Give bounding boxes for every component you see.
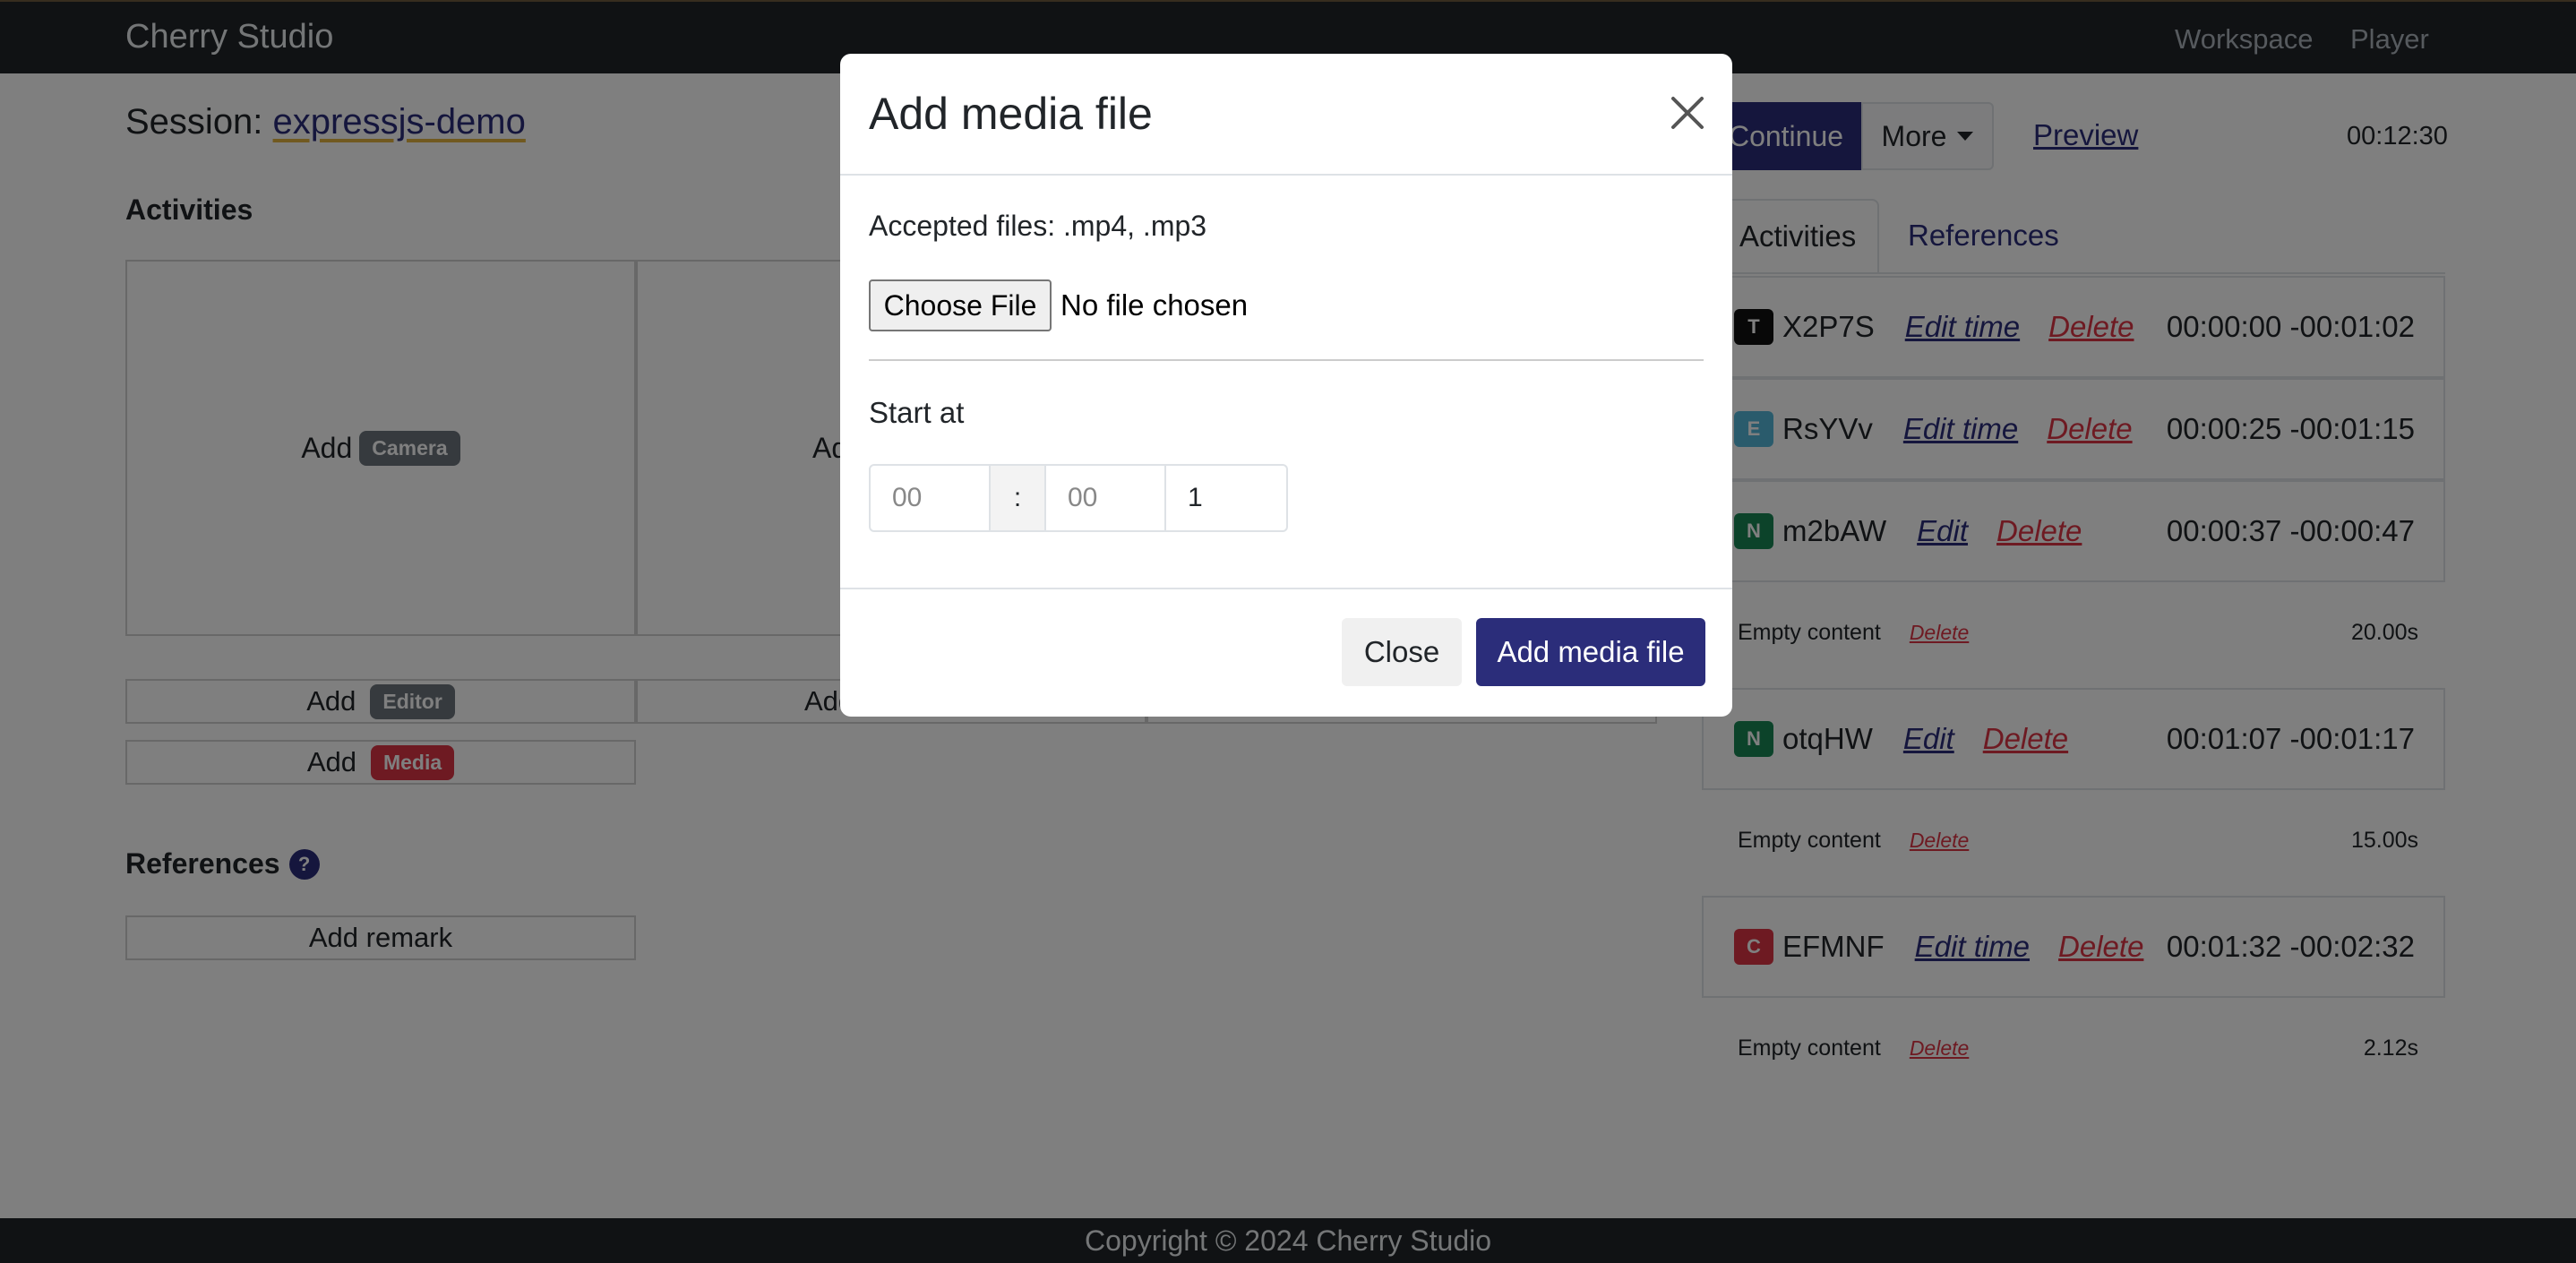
start-at-label: Start at <box>869 396 965 429</box>
minutes-input[interactable]: 00 <box>1044 464 1166 532</box>
form-divider <box>869 359 1704 361</box>
close-icon[interactable] <box>1666 91 1709 134</box>
modal-header: Add media file <box>840 54 1732 176</box>
no-file-label: No file chosen <box>1060 288 1249 322</box>
accepted-files-text: Accepted files: .mp4, .mp3 <box>869 210 1207 242</box>
close-button[interactable]: Close <box>1342 618 1462 686</box>
hours-input[interactable]: 00 <box>869 464 991 532</box>
time-separator: : <box>991 464 1044 532</box>
file-input: Choose File No file chosen <box>869 279 1248 331</box>
modal-footer-divider <box>840 588 1732 589</box>
add-media-file-button[interactable]: Add media file <box>1476 618 1705 686</box>
modal-title: Add media file <box>869 89 1153 139</box>
seconds-input[interactable]: 1 <box>1166 464 1288 532</box>
start-time-group: 00 : 00 1 <box>869 464 1288 532</box>
add-media-modal: Add media file Accepted files: .mp4, .mp… <box>840 54 1732 717</box>
choose-file-button[interactable]: Choose File <box>869 279 1052 331</box>
